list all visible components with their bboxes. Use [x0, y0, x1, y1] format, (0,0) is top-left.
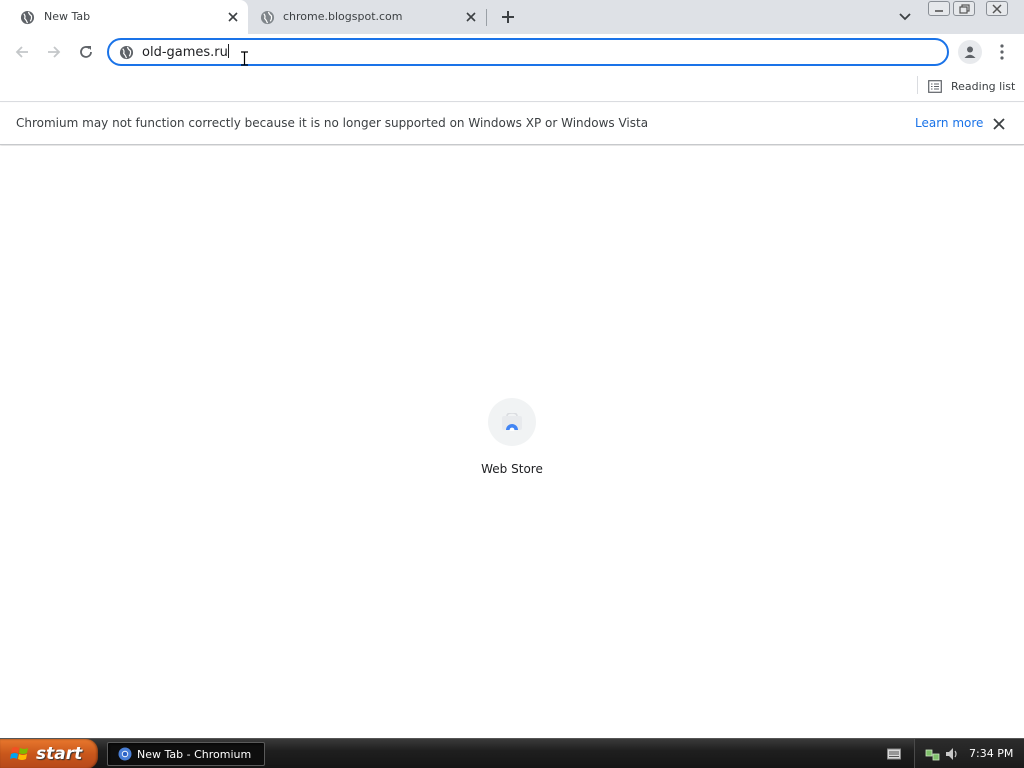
windows-logo-icon — [10, 747, 28, 760]
person-icon — [964, 46, 976, 58]
globe-icon — [260, 10, 275, 25]
minimize-button[interactable] — [928, 1, 950, 16]
minimize-icon — [935, 9, 943, 12]
chevron-down-icon — [899, 13, 911, 21]
shortcut-web-store[interactable]: Web Store — [471, 396, 553, 480]
web-store-icon — [502, 413, 522, 431]
tab-separator — [486, 9, 487, 26]
globe-icon — [20, 10, 35, 25]
close-icon — [992, 3, 1002, 14]
network-icon[interactable] — [925, 746, 941, 762]
toolbar: old-games.ru — [0, 34, 1024, 70]
volume-icon[interactable] — [944, 746, 960, 762]
bookmarks-separator — [917, 76, 918, 94]
infobar-close-button[interactable] — [991, 116, 1007, 132]
close-icon — [993, 118, 1005, 130]
forward-button[interactable] — [44, 42, 64, 62]
tab-search-button[interactable] — [896, 9, 914, 25]
tab-title: New Tab — [44, 10, 91, 23]
system-tray: 7:34 PM — [914, 739, 1024, 768]
unsupported-os-infobar: Chromium may not function correctly beca… — [0, 103, 1024, 145]
taskbar-item-chromium[interactable]: New Tab - Chromium — [107, 742, 265, 766]
shortcut-icon-circle — [488, 398, 536, 446]
reload-icon — [80, 46, 92, 58]
bookmarks-bar: Reading list — [0, 70, 1024, 102]
infobar-message: Chromium may not function correctly beca… — [16, 116, 649, 130]
new-tab-page: Web Store — [0, 146, 1024, 738]
plus-icon — [502, 11, 514, 23]
back-button[interactable] — [12, 42, 32, 62]
address-text[interactable]: old-games.ru — [142, 44, 229, 60]
restore-icon — [958, 3, 970, 14]
arrow-right-icon — [48, 46, 61, 58]
tab-chrome-blogspot[interactable]: chrome.blogspot.com — [248, 0, 486, 34]
close-tab-icon[interactable] — [226, 10, 240, 24]
globe-icon — [119, 45, 134, 60]
tab-new-tab[interactable]: New Tab — [0, 0, 248, 34]
kebab-icon — [1000, 44, 1004, 60]
address-bar[interactable]: old-games.ru — [107, 38, 949, 66]
shortcut-label: Web Store — [481, 462, 543, 476]
reload-button[interactable] — [76, 42, 96, 62]
ibeam-cursor-icon — [241, 51, 248, 66]
tab-title: chrome.blogspot.com — [283, 10, 403, 23]
close-window-button[interactable] — [986, 1, 1008, 16]
list-icon — [928, 79, 942, 93]
start-label: start — [36, 744, 83, 764]
taskbar-item-label: New Tab - Chromium — [137, 747, 252, 761]
reading-list-label: Reading list — [951, 79, 1016, 93]
restore-button[interactable] — [953, 1, 975, 16]
taskbar: start New Tab - Chromium 7:34 PM — [0, 738, 1024, 768]
arrow-left-icon — [15, 46, 28, 58]
new-tab-button[interactable] — [499, 8, 517, 26]
start-button[interactable]: start — [0, 739, 98, 768]
close-tab-icon[interactable] — [464, 10, 478, 24]
menu-button[interactable] — [995, 42, 1009, 62]
profile-button[interactable] — [958, 40, 982, 64]
reading-list-button[interactable]: Reading list — [928, 76, 1015, 96]
clock: 7:34 PM — [969, 747, 1014, 760]
learn-more-link[interactable]: Learn more — [915, 116, 983, 130]
screen: New Tab chrome.blogspot.com old-games.ru… — [0, 0, 1024, 768]
chromium-icon — [118, 747, 132, 761]
text-caret — [227, 44, 229, 58]
keyboard-icon[interactable] — [887, 748, 901, 760]
tab-strip: New Tab chrome.blogspot.com — [0, 0, 1024, 34]
